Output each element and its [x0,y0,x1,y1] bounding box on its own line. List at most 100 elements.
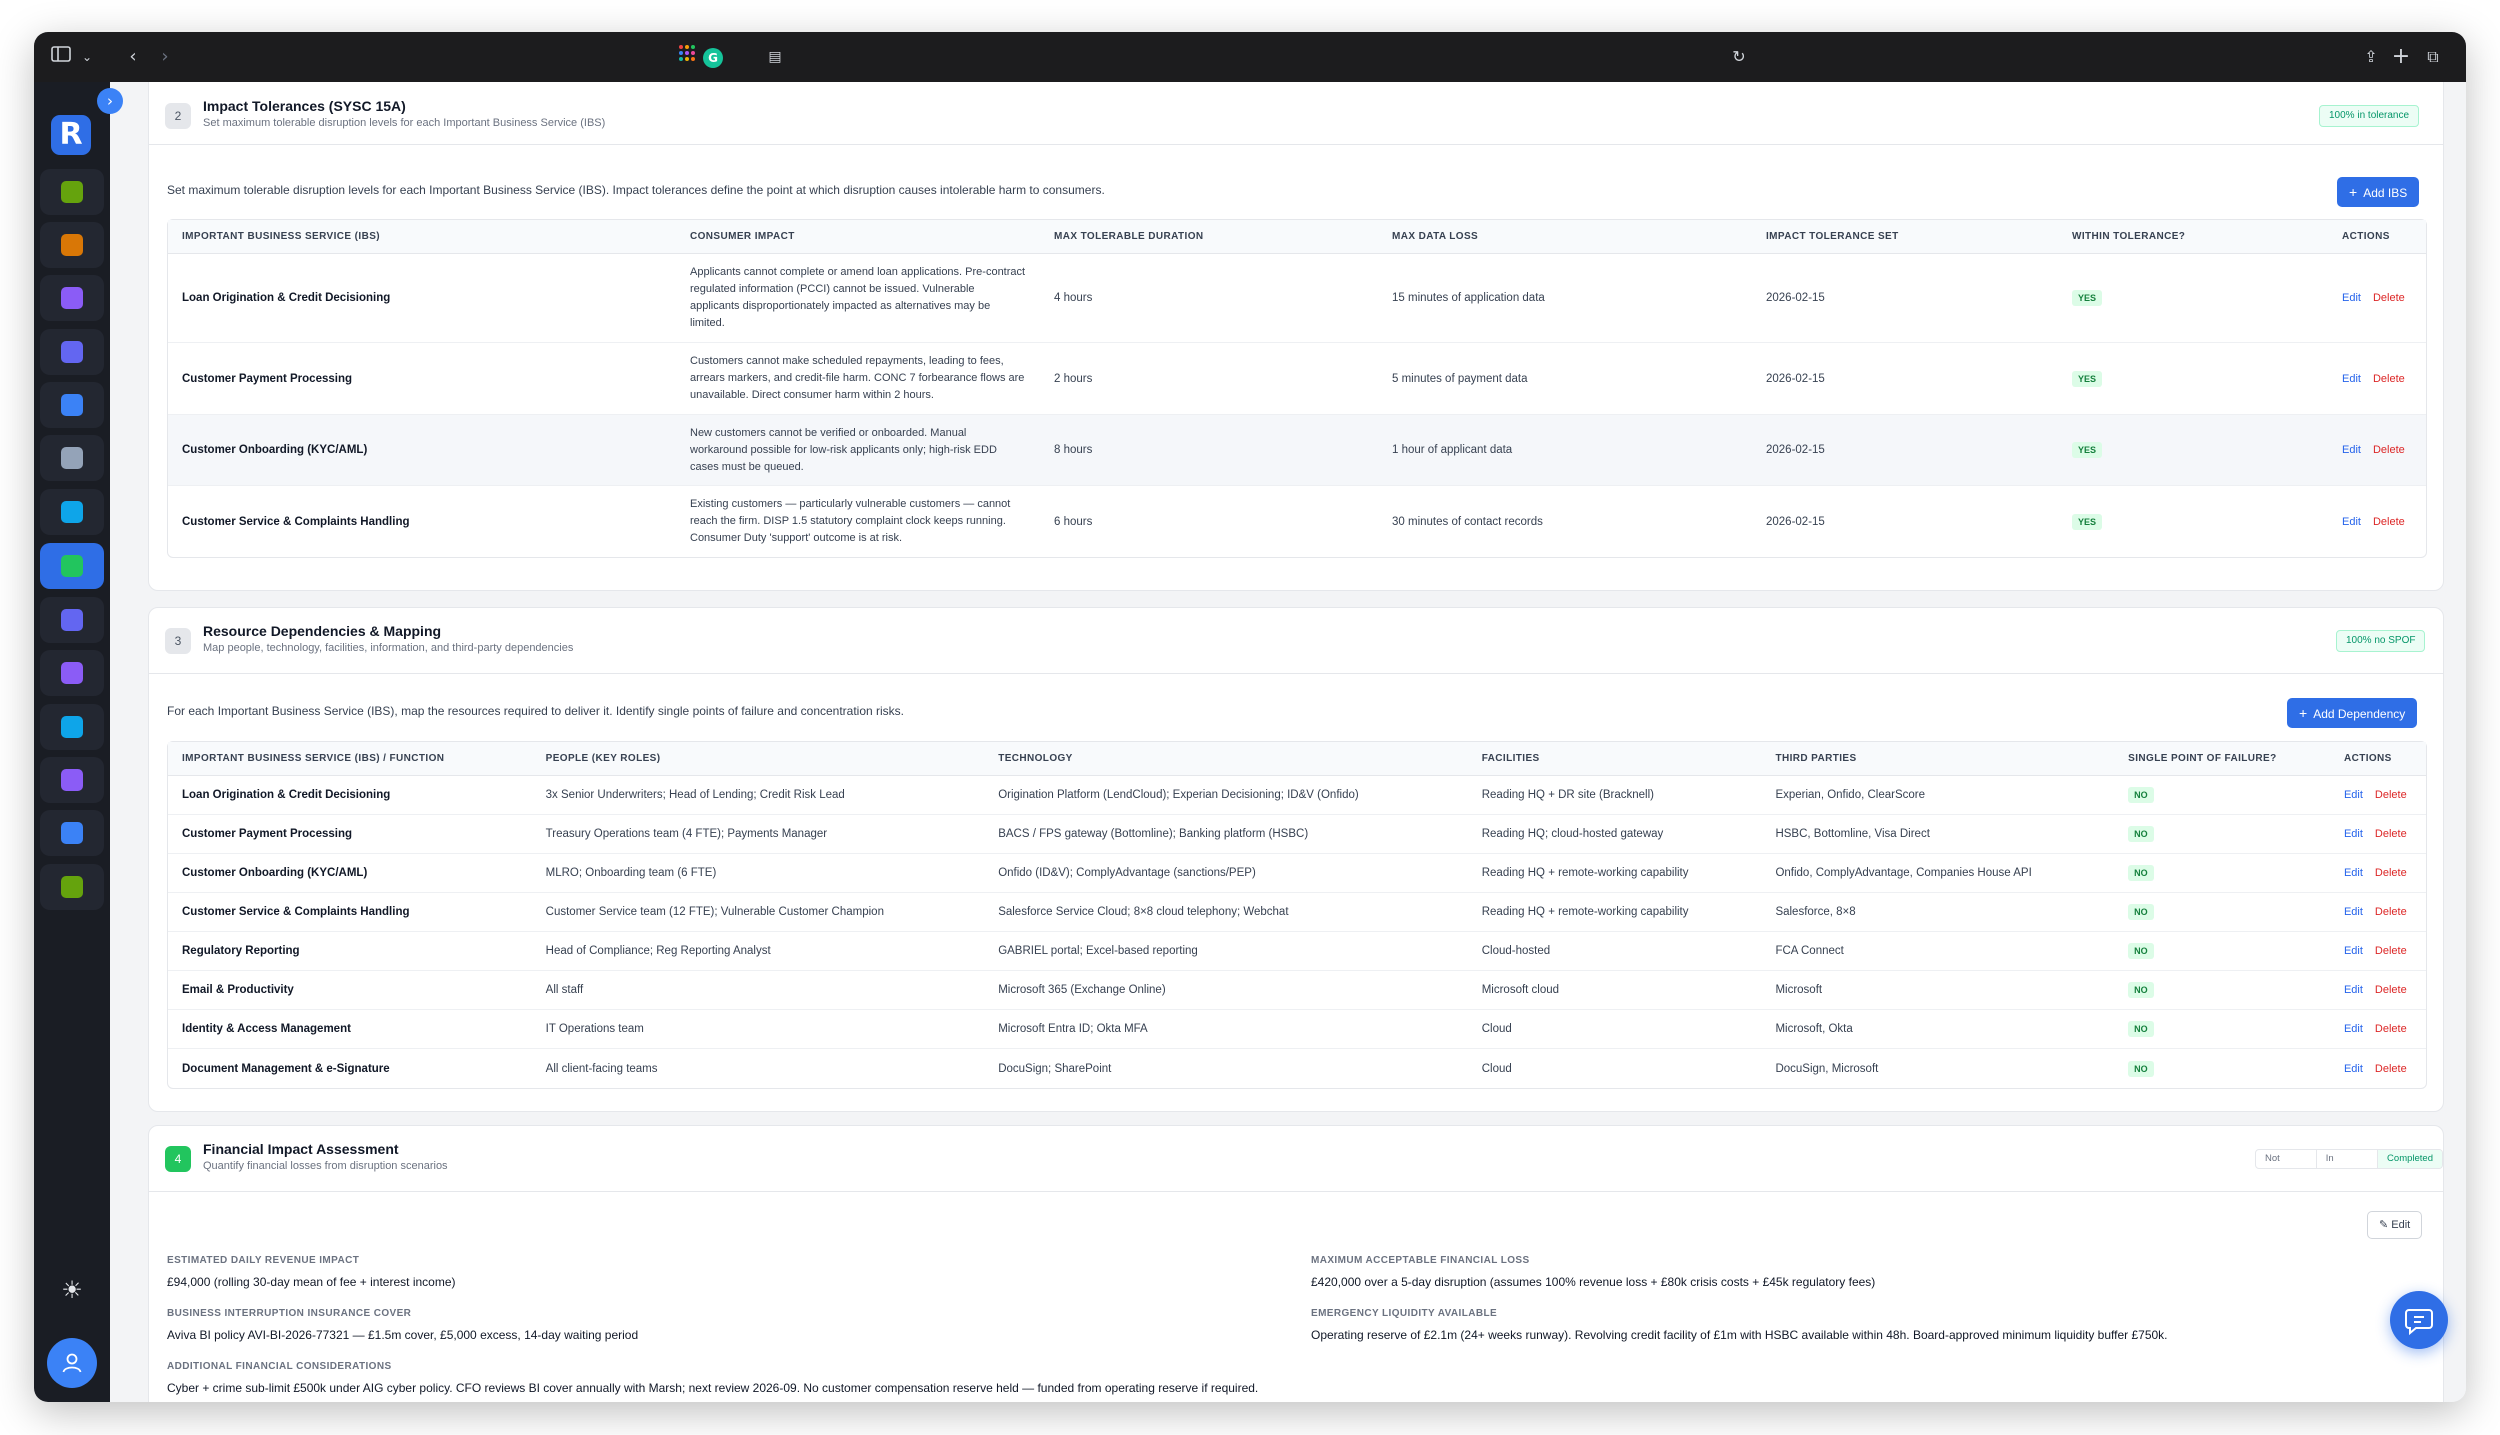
share-icon[interactable]: ⇪ [2358,44,2384,70]
sidebar-nav-item[interactable] [40,704,104,750]
edit-link[interactable]: Edit [2344,789,2363,801]
edit-link[interactable]: Edit [2342,292,2361,304]
table-row[interactable]: Customer Onboarding (KYC/AML) MLRO; Onboa… [168,854,2426,893]
sidebar-nav-item[interactable] [40,169,104,215]
status-option[interactable]: Completed [2378,1150,2442,1168]
column-header[interactable]: THIRD PARTIES [1761,742,2115,776]
sidebar-nav-item[interactable] [40,810,104,856]
edit-link[interactable]: Edit [2344,945,2363,957]
status-option[interactable]: In Progress [2317,1150,2379,1168]
delete-link[interactable]: Delete [2373,292,2405,304]
table-row[interactable]: Loan Origination & Credit Decisioning 3x … [168,776,2426,815]
app-logo[interactable]: R [51,115,91,155]
reader-icon[interactable]: ▤ [762,44,788,70]
spof-cell: NO [2114,893,2330,932]
delete-link[interactable]: Delete [2373,516,2405,528]
impact-tolerances-card: 2 Impact Tolerances (SYSC 15A) Set maxim… [148,82,2444,591]
table-row[interactable]: Email & Productivity All staff Microsoft 3… [168,971,2426,1010]
column-header[interactable]: IMPORTANT BUSINESS SERVICE (IBS) [168,220,676,254]
edit-financial-button[interactable]: ✎ Edit [2367,1211,2423,1239]
edit-link[interactable]: Edit [2342,373,2361,385]
edit-link[interactable]: Edit [2344,828,2363,840]
back-arrow-icon[interactable]: ‹ [120,44,146,70]
sidebar-nav-item[interactable] [40,864,104,910]
sidebar-nav-item[interactable] [40,222,104,268]
status-option[interactable]: Not Started [2256,1150,2317,1168]
status-segmented-control[interactable]: Not StartedIn ProgressCompleted [2255,1149,2443,1169]
max-data-loss: 30 minutes of contact records [1392,515,1543,528]
sidebar-nav-item[interactable] [40,650,104,696]
table-row[interactable]: Customer Payment Processing Customers can… [168,343,2426,415]
column-header[interactable]: FACILITIES [1467,742,1762,776]
sidebar-nav-item[interactable] [40,435,104,481]
sidebar-nav-item[interactable] [40,543,104,589]
table-row[interactable]: Customer Onboarding (KYC/AML) New custome… [168,415,2426,486]
tabs-icon[interactable]: ⧉ [2420,44,2446,70]
column-header[interactable]: MAX DATA LOSS [1378,220,1752,254]
liquidity-value: Operating reserve of £2.1m (24+ weeks ru… [1311,1328,2168,1342]
reload-icon[interactable]: ↻ [1726,44,1752,70]
forward-arrow-icon[interactable]: › [152,44,178,70]
delete-link[interactable]: Delete [2375,828,2407,840]
edit-link[interactable]: Edit [2344,984,2363,996]
edit-link[interactable]: Edit [2342,444,2361,456]
delete-link[interactable]: Delete [2375,984,2407,996]
sun-icon[interactable]: ☀ [56,1274,88,1306]
delete-link[interactable]: Delete [2375,789,2407,801]
delete-link[interactable]: Delete [2375,906,2407,918]
card-subtitle: Map people, technology, facilities, info… [203,642,574,654]
delete-link[interactable]: Delete [2375,1023,2407,1035]
facilities: Microsoft cloud [1467,971,1762,1010]
table-row[interactable]: Identity & Access Management IT Operation… [168,1010,2426,1049]
sidebar-nav-item[interactable] [40,597,104,643]
app-grid-icon[interactable] [674,44,700,70]
sidebar-nav-item[interactable] [40,382,104,428]
column-header[interactable]: WITHIN TOLERANCE? [2058,220,2328,254]
delete-link[interactable]: Delete [2375,945,2407,957]
sidebar-nav-item[interactable] [40,489,104,535]
edit-link[interactable]: Edit [2344,1023,2363,1035]
delete-link[interactable]: Delete [2375,1063,2407,1075]
tolerance-set-date: 2026-02-15 [1752,415,2058,486]
column-header[interactable]: MAX TOLERABLE DURATION [1040,220,1378,254]
edit-link[interactable]: Edit [2344,867,2363,879]
spof-badge: NO [2128,865,2154,881]
column-header[interactable]: PEOPLE (KEY ROLES) [531,742,985,776]
table-row[interactable]: Loan Origination & Credit Decisioning App… [168,254,2426,343]
delete-link[interactable]: Delete [2373,444,2405,456]
column-header[interactable]: SINGLE POINT OF FAILURE? [2114,742,2330,776]
delete-link[interactable]: Delete [2373,373,2405,385]
sidebar-icon[interactable] [48,44,74,70]
sidebar-nav-item[interactable] [40,275,104,321]
user-avatar-icon[interactable] [47,1338,97,1388]
edit-link[interactable]: Edit [2344,1063,2363,1075]
column-header[interactable]: CONSUMER IMPACT [676,220,1040,254]
plus-icon: + [2349,184,2358,200]
target-icon [61,609,83,631]
within-tolerance-badge: YES [2072,442,2103,458]
table-row[interactable]: Customer Service & Complaints Handling Cu… [168,893,2426,932]
column-header[interactable]: IMPORTANT BUSINESS SERVICE (IBS) / FUNCT… [168,742,532,776]
add-dependency-button[interactable]: + Add Dependency [2287,698,2418,728]
table-row[interactable]: Document Management & e-Signature All cli… [168,1049,2426,1088]
add-ibs-button[interactable]: + Add IBS [2337,177,2420,207]
spof-badge: NO [2128,787,2154,803]
column-header[interactable]: IMPACT TOLERANCE SET [1752,220,2058,254]
expand-sidebar-button[interactable]: › [97,88,123,114]
sidebar-nav-item[interactable] [40,329,104,375]
third-parties: Experian, Onfido, ClearScore [1761,776,2115,815]
table-row[interactable]: Customer Service & Complaints Handling Ex… [168,486,2426,557]
delete-link[interactable]: Delete [2375,867,2407,879]
column-header[interactable]: ACTIONS [2329,742,2426,776]
edit-link[interactable]: Edit [2342,516,2361,528]
table-row[interactable]: Regulatory Reporting Head of Compliance; … [168,932,2426,971]
edit-link[interactable]: Edit [2344,906,2363,918]
new-tab-icon[interactable]: + [2388,44,2414,70]
chevron-down-icon[interactable]: ⌄ [74,44,100,70]
column-header[interactable]: ACTIONS [2328,220,2426,254]
column-header[interactable]: TECHNOLOGY [984,742,1468,776]
chat-button[interactable] [2390,1291,2448,1349]
grammarly-icon[interactable]: G [700,44,726,70]
table-row[interactable]: Customer Payment Processing Treasury Oper… [168,815,2426,854]
sidebar-nav-item[interactable] [40,757,104,803]
